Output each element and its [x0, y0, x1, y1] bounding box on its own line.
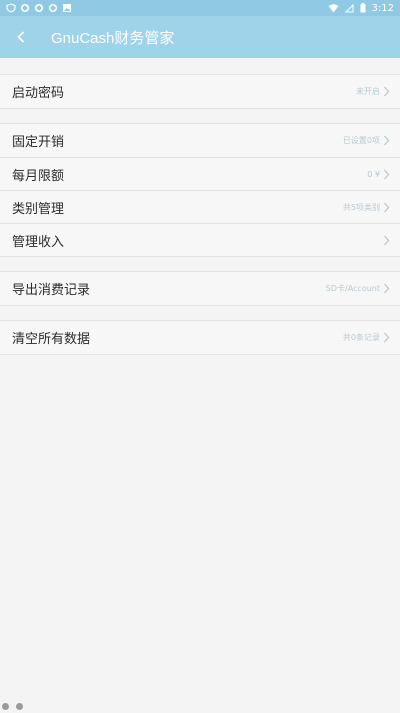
dot-indicator [2, 703, 9, 710]
wifi-icon [328, 3, 339, 13]
settings-list: 启动密码 未开启 固定开销 已设置0项 每月限额 0 ¥ 类别管理 共5项类别 … [0, 58, 400, 355]
setting-value: 共5项类别 [342, 202, 380, 212]
setting-value: 已设置0项 [342, 136, 380, 145]
chevron-right-icon [384, 202, 390, 212]
overlay-dots [2, 703, 23, 710]
settings-group-clear: 清空所有数据 共0条记录 [0, 320, 400, 355]
status-bar: 3:12 [0, 0, 400, 16]
chevron-right-icon [384, 332, 390, 343]
setting-monthly-limit[interactable]: 每月限额 0 ¥ [0, 157, 400, 190]
setting-category-management[interactable]: 类别管理 共5项类别 [0, 190, 400, 223]
chevron-left-icon [17, 31, 25, 43]
setting-label: 导出消费记录 [12, 283, 91, 298]
setting-clear-all-data[interactable]: 清空所有数据 共0条记录 [0, 321, 400, 354]
chevron-right-icon [384, 135, 390, 146]
setting-value: SD卡/Account [325, 284, 380, 293]
settings-group-export: 导出消费记录 SD卡/Account [0, 271, 400, 306]
chevron-right-icon [384, 235, 390, 245]
setting-label: 清空所有数据 [12, 332, 91, 347]
battery-icon [360, 3, 366, 13]
settings-group-security: 启动密码 未开启 [0, 74, 400, 109]
setting-value: 未开启 [356, 87, 380, 96]
page-title: GnuCash财务管家 [51, 29, 175, 47]
app-notification-icon [20, 3, 30, 13]
app-notification-icon [48, 3, 58, 13]
setting-label: 类别管理 [12, 201, 65, 217]
setting-income-management[interactable]: 管理收入 [0, 223, 400, 256]
setting-value: 共0条记录 [342, 333, 380, 342]
signal-icon [344, 3, 354, 13]
chevron-right-icon [384, 283, 390, 294]
dot-indicator [16, 703, 23, 710]
setting-label: 启动密码 [12, 86, 65, 101]
back-button[interactable] [8, 24, 34, 50]
setting-startup-password[interactable]: 启动密码 未开启 [0, 75, 400, 108]
setting-label: 管理收入 [12, 234, 65, 250]
setting-label: 每月限额 [12, 168, 65, 184]
setting-label: 固定开销 [12, 135, 65, 150]
setting-fixed-expenses[interactable]: 固定开销 已设置0项 [0, 124, 400, 157]
image-notification-icon [62, 3, 72, 13]
chevron-right-icon [384, 86, 390, 97]
settings-group-budget: 固定开销 已设置0项 每月限额 0 ¥ 类别管理 共5项类别 管理收入 [0, 123, 400, 257]
clock-time: 3:12 [371, 2, 394, 14]
app-notification-icon [34, 3, 44, 13]
toolbar: GnuCash财务管家 [0, 16, 400, 58]
shield-notification-icon [6, 3, 16, 13]
setting-export-records[interactable]: 导出消费记录 SD卡/Account [0, 272, 400, 305]
chevron-right-icon [384, 169, 390, 179]
setting-value: 0 ¥ [367, 169, 380, 179]
